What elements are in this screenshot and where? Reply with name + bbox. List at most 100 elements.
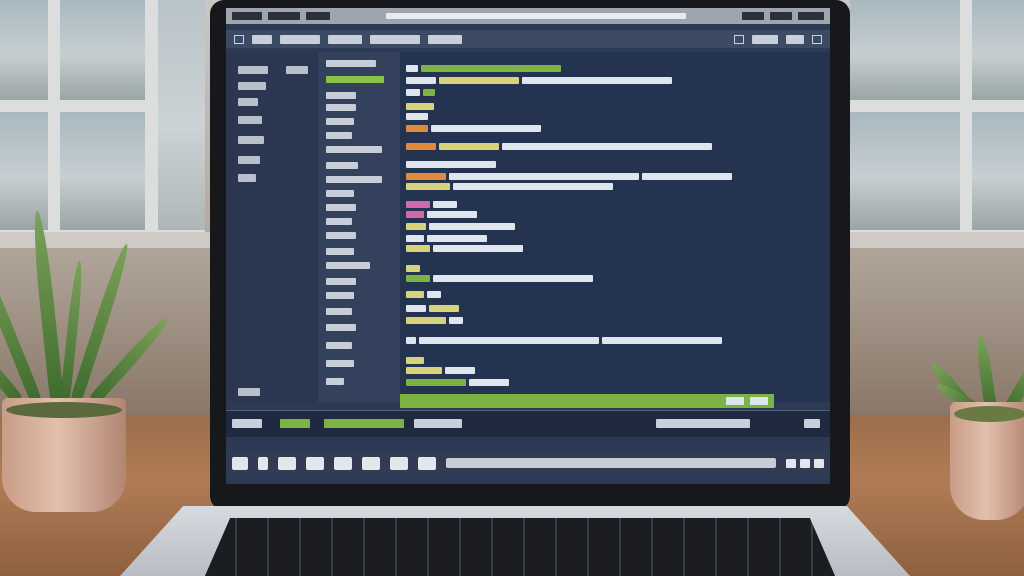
- start-icon[interactable]: [232, 456, 248, 470]
- laptop-keyboard[interactable]: [205, 518, 835, 576]
- code-line: [406, 88, 435, 96]
- window-left: [0, 0, 205, 240]
- minimize-icon[interactable]: [742, 12, 764, 20]
- code-line: [406, 316, 463, 324]
- sidebar-item[interactable]: [238, 98, 258, 106]
- explorer-item[interactable]: [326, 190, 354, 197]
- explorer-item[interactable]: [326, 278, 356, 285]
- explorer-item[interactable]: [326, 378, 344, 385]
- menu-item[interactable]: [280, 34, 320, 44]
- console-button[interactable]: [750, 397, 768, 405]
- sidebar-item[interactable]: [238, 116, 262, 124]
- explorer-item[interactable]: [326, 118, 354, 125]
- explorer-item[interactable]: [326, 360, 354, 367]
- code-line: [406, 290, 441, 298]
- menu-item[interactable]: [752, 34, 778, 44]
- explorer-item[interactable]: [326, 292, 354, 299]
- code-line: [406, 76, 672, 84]
- sidebar-item[interactable]: [238, 174, 256, 182]
- explorer-item[interactable]: [326, 324, 356, 331]
- taskbar-search-field[interactable]: [446, 458, 776, 468]
- close-panel-icon[interactable]: [812, 34, 822, 44]
- code-line: [406, 64, 561, 72]
- laptop-screen: [226, 8, 830, 484]
- code-line: [406, 274, 593, 282]
- code-line: [406, 200, 457, 208]
- menu-item[interactable]: [786, 34, 804, 44]
- explorer-item[interactable]: [326, 248, 354, 255]
- code-editor[interactable]: [400, 52, 830, 402]
- sidebar-item[interactable]: [238, 82, 266, 90]
- app-menu-icon[interactable]: [234, 34, 244, 44]
- explorer-item[interactable]: [326, 262, 370, 269]
- code-line: [406, 160, 496, 168]
- taskbar-app-icon[interactable]: [278, 456, 296, 470]
- console-bar[interactable]: [400, 394, 774, 408]
- code-line: [406, 378, 509, 386]
- taskbar-app-icon[interactable]: [362, 456, 380, 470]
- taskbar-app-icon[interactable]: [418, 456, 436, 470]
- taskbar-app-icon[interactable]: [390, 456, 408, 470]
- menu-item[interactable]: [328, 34, 362, 44]
- menu-item[interactable]: [252, 34, 272, 44]
- explorer-item[interactable]: [326, 342, 352, 349]
- taskbar: [226, 452, 830, 474]
- pot-left: [2, 398, 126, 512]
- code-line: [406, 234, 487, 242]
- tray-icon[interactable]: [800, 458, 810, 468]
- code-line: [406, 304, 459, 312]
- status-item[interactable]: [280, 419, 310, 428]
- activity-sidebar: [226, 52, 319, 402]
- taskbar-app-icon[interactable]: [306, 456, 324, 470]
- code-line: [406, 366, 475, 374]
- code-line: [406, 210, 477, 218]
- close-icon[interactable]: [798, 12, 824, 20]
- code-line: [406, 182, 613, 190]
- explorer-item[interactable]: [326, 162, 358, 169]
- explorer-item[interactable]: [326, 146, 382, 153]
- console-button[interactable]: [726, 397, 744, 405]
- status-item[interactable]: [656, 419, 750, 428]
- code-line: [406, 336, 722, 344]
- code-line: [406, 124, 541, 132]
- sidebar-item[interactable]: [238, 388, 260, 396]
- status-item[interactable]: [324, 419, 404, 428]
- explorer-item[interactable]: [326, 104, 356, 111]
- window-titlebar: [226, 8, 830, 24]
- explorer-item[interactable]: [326, 132, 352, 139]
- code-line: [406, 102, 434, 110]
- tray-icon[interactable]: [814, 458, 824, 468]
- file-explorer: [318, 52, 401, 402]
- explorer-item[interactable]: [326, 308, 352, 315]
- status-item[interactable]: [414, 419, 462, 428]
- pot-right: [950, 402, 1024, 520]
- tray-icon[interactable]: [786, 458, 796, 468]
- menu-item[interactable]: [428, 34, 462, 44]
- menu-item[interactable]: [370, 34, 420, 44]
- window-sill-left: [0, 232, 210, 248]
- explorer-item[interactable]: [326, 218, 352, 225]
- sidebar-item[interactable]: [238, 66, 268, 74]
- code-line: [406, 244, 523, 252]
- explorer-item[interactable]: [326, 60, 376, 67]
- explorer-item[interactable]: [326, 92, 356, 99]
- code-line: [406, 172, 732, 180]
- explorer-item[interactable]: [326, 232, 356, 239]
- menu-bar: [226, 30, 830, 48]
- taskbar-app-icon[interactable]: [258, 456, 268, 470]
- explorer-item[interactable]: [326, 204, 356, 211]
- code-line: [406, 356, 424, 364]
- explorer-item-active[interactable]: [326, 76, 384, 83]
- sidebar-item[interactable]: [286, 66, 308, 74]
- code-line: [406, 112, 428, 120]
- taskbar-app-icon[interactable]: [334, 456, 352, 470]
- sidebar-item[interactable]: [238, 156, 260, 164]
- settings-icon[interactable]: [734, 34, 744, 44]
- explorer-item[interactable]: [326, 176, 382, 183]
- sidebar-item[interactable]: [238, 136, 264, 144]
- maximize-icon[interactable]: [770, 12, 792, 20]
- status-panel: [226, 410, 830, 437]
- window-right: [850, 0, 1024, 240]
- status-item[interactable]: [804, 419, 820, 428]
- status-item[interactable]: [232, 419, 262, 428]
